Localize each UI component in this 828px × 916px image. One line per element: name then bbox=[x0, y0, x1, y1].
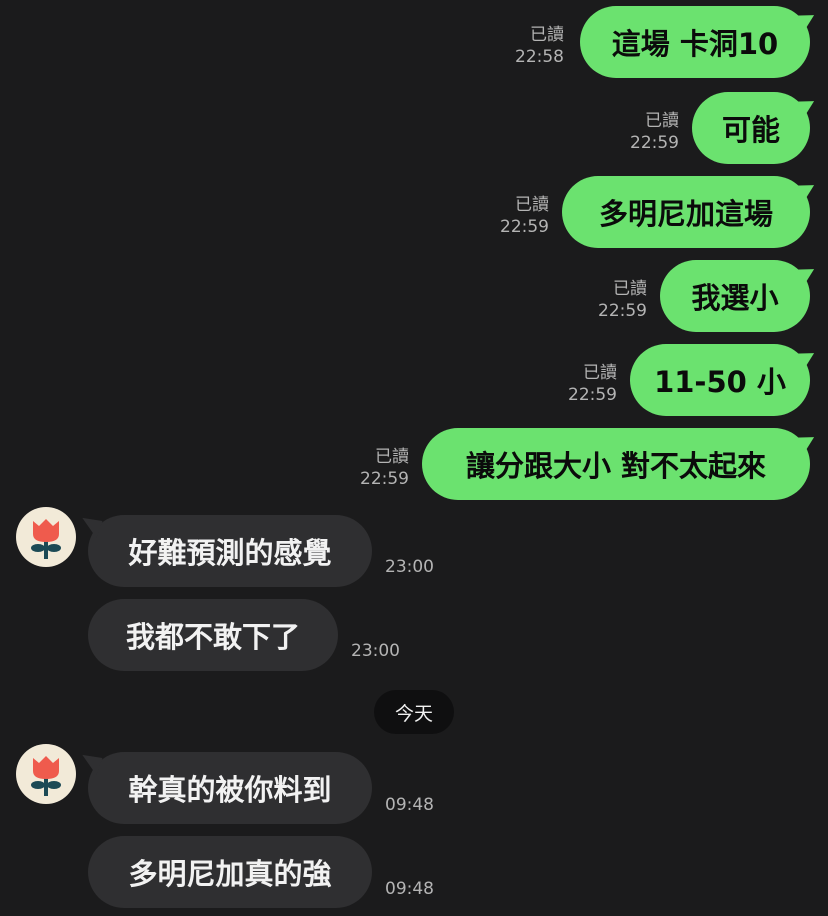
flower-icon bbox=[31, 756, 61, 796]
message-meta: 已讀 22:59 bbox=[595, 110, 679, 154]
incoming-message[interactable]: 好難預測的感覺 bbox=[88, 515, 372, 587]
message-text: 幹真的被你料到 bbox=[128, 773, 332, 807]
contact-avatar[interactable] bbox=[16, 744, 76, 804]
incoming-message[interactable]: 我都不敢下了 bbox=[88, 599, 338, 671]
read-receipt: 已讀 bbox=[530, 25, 564, 45]
message-text: 讓分跟大小 對不太起來 bbox=[465, 449, 767, 483]
read-receipt: 已讀 bbox=[583, 363, 617, 383]
message-time: 09:48 bbox=[385, 879, 434, 899]
message-meta: 已讀 22:58 bbox=[480, 24, 564, 68]
message-time: 22:59 bbox=[360, 469, 409, 489]
outgoing-message[interactable]: 這場 卡洞10 bbox=[580, 6, 810, 78]
read-receipt: 已讀 bbox=[645, 111, 679, 131]
outgoing-message[interactable]: 我選小 bbox=[660, 260, 810, 332]
message-meta: 已讀 22:59 bbox=[465, 194, 549, 238]
message-text: 我都不敢下了 bbox=[125, 620, 300, 654]
message-time: 23:00 bbox=[385, 557, 434, 577]
read-receipt: 已讀 bbox=[613, 279, 647, 299]
message-time: 22:59 bbox=[500, 217, 549, 237]
read-receipt: 已讀 bbox=[375, 447, 409, 467]
incoming-message[interactable]: 幹真的被你料到 bbox=[88, 752, 372, 824]
outgoing-message[interactable]: 多明尼加這場 bbox=[562, 176, 810, 248]
incoming-message[interactable]: 多明尼加真的強 bbox=[88, 836, 372, 908]
message-time: 22:59 bbox=[630, 133, 679, 153]
flower-icon bbox=[31, 519, 61, 559]
message-text: 這場 卡洞10 bbox=[611, 27, 779, 61]
date-divider: 今天 bbox=[374, 690, 454, 734]
message-meta: 已讀 22:59 bbox=[563, 278, 647, 322]
message-text: 多明尼加真的強 bbox=[128, 857, 332, 891]
message-text: 多明尼加這場 bbox=[598, 197, 773, 231]
message-text: 好難預測的感覺 bbox=[128, 536, 332, 570]
outgoing-message[interactable]: 11-50 小 bbox=[630, 344, 810, 416]
read-receipt: 已讀 bbox=[515, 195, 549, 215]
message-time: 22:59 bbox=[598, 301, 647, 321]
message-time: 23:00 bbox=[351, 641, 400, 661]
message-time: 09:48 bbox=[385, 795, 434, 815]
message-text: 可能 bbox=[721, 113, 780, 147]
message-meta: 已讀 22:59 bbox=[325, 446, 409, 490]
message-meta: 已讀 22:59 bbox=[533, 362, 617, 406]
contact-avatar[interactable] bbox=[16, 507, 76, 567]
message-time: 22:58 bbox=[515, 47, 564, 67]
outgoing-message[interactable]: 可能 bbox=[692, 92, 810, 164]
message-text: 我選小 bbox=[691, 281, 779, 315]
message-text: 11-50 小 bbox=[654, 365, 786, 399]
message-time: 22:59 bbox=[568, 385, 617, 405]
outgoing-message[interactable]: 讓分跟大小 對不太起來 bbox=[422, 428, 810, 500]
